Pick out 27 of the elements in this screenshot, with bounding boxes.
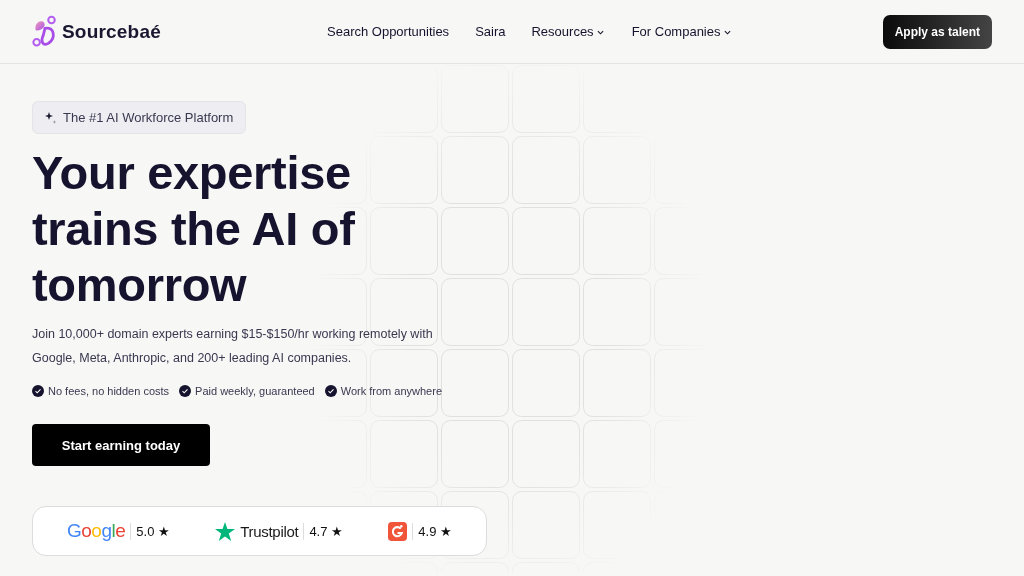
badge-text: The #1 AI Workforce Platform <box>63 110 234 125</box>
rating-score: 4.9 ★ <box>418 523 452 539</box>
chevron-down-icon <box>723 30 731 35</box>
nav-link[interactable]: Saira <box>475 24 506 39</box>
trustpilot-logo: Trustpilot <box>240 522 299 540</box>
perk-text: Work from anywhere <box>340 385 442 397</box>
rating-score: 5.0 ★ <box>136 523 170 539</box>
g2-logo-icon <box>388 521 408 541</box>
nav-link[interactable]: Resources <box>531 24 604 39</box>
chevron-down-icon <box>596 30 604 35</box>
logo-icon <box>32 14 58 49</box>
start-earning-button[interactable]: Start earning today <box>32 424 210 466</box>
star-icon <box>215 521 236 541</box>
check-icon <box>32 385 44 397</box>
nav-link[interactable]: Search Opportunities <box>327 24 450 39</box>
apply-button[interactable]: Apply as talent <box>882 14 992 49</box>
check-icon <box>179 385 192 397</box>
sparkle-icon <box>45 111 57 124</box>
nav-link[interactable]: For Companies <box>631 24 731 39</box>
logo-text[interactable]: Sourcebaé <box>62 20 161 43</box>
perk-text: Paid weekly, guaranteed <box>195 385 315 397</box>
description: Join 10,000+ domain experts earning $15-$150/hr working remotely with Google, Meta, Anthropic, and 200+ leading AI companies. <box>32 326 434 367</box>
headline: Your expertise trains the AI of tomorrow <box>32 145 356 313</box>
check-icon <box>324 385 337 397</box>
perk-text: No fees, no hidden costs <box>48 385 170 397</box>
google-logo: Google <box>67 520 126 542</box>
rating-score: 4.7 ★ <box>309 523 344 539</box>
